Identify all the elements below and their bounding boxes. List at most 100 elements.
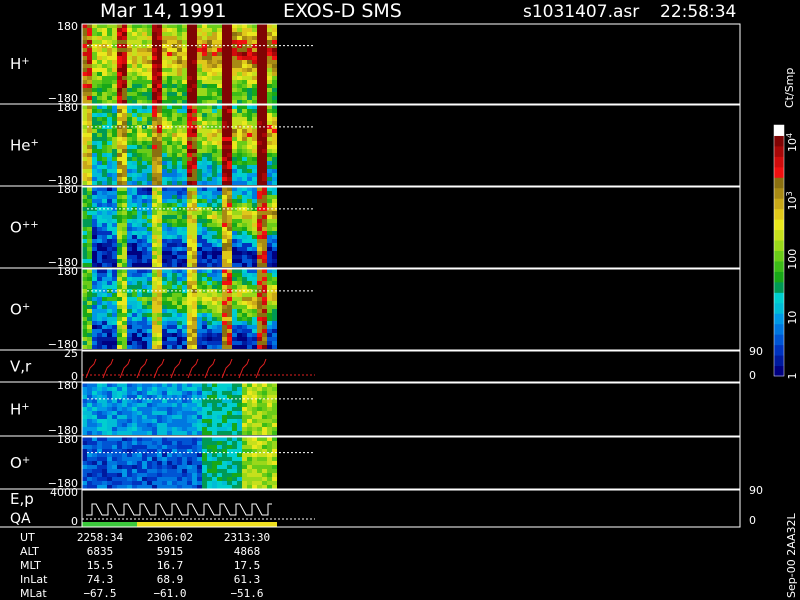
heatmap-cell: [262, 305, 267, 309]
heatmap-cell: [112, 345, 117, 349]
heatmap-cell: [87, 407, 92, 411]
heatmap-cell: [187, 333, 192, 337]
heatmap-cell: [97, 203, 102, 207]
heatmap-cell: [82, 341, 87, 345]
heatmap-cell: [112, 133, 117, 137]
heatmap-cell: [142, 337, 147, 341]
heatmap-cell: [222, 277, 227, 281]
heatmap-cell: [242, 149, 247, 153]
heatmap-cell: [92, 121, 97, 125]
heatmap-cell: [107, 329, 112, 333]
heatmap-cell: [192, 313, 197, 317]
heatmap-cell: [82, 48, 87, 52]
heatmap-cell: [202, 96, 207, 100]
heatmap-cell: [187, 227, 192, 231]
heatmap-cell: [162, 337, 167, 341]
heatmap-cell: [112, 427, 117, 431]
heatmap-cell: [257, 133, 262, 137]
heatmap-cell: [242, 56, 247, 60]
heatmap-cell: [87, 269, 92, 273]
heatmap-cell: [172, 191, 177, 195]
heatmap-cell: [197, 481, 202, 485]
heatmap-cell: [242, 105, 247, 109]
heatmap-cell: [192, 129, 197, 133]
heatmap-cell: [117, 52, 122, 56]
heatmap-cell: [257, 28, 262, 32]
heatmap-cell: [202, 297, 207, 301]
heatmap-cell: [197, 461, 202, 465]
heatmap-cell: [197, 273, 202, 277]
heatmap-cell: [107, 247, 112, 251]
heatmap-cell: [237, 92, 242, 96]
heatmap-cell: [262, 301, 267, 305]
heatmap-cell: [242, 239, 247, 243]
heatmap-cell: [192, 321, 197, 325]
heatmap-cell: [107, 481, 112, 485]
heatmap-cell: [107, 157, 112, 161]
heatmap-cell: [132, 52, 137, 56]
heatmap-cell: [97, 68, 102, 72]
heatmap-cell: [117, 427, 122, 431]
heatmap-cell: [182, 195, 187, 199]
heatmap-cell: [242, 453, 247, 457]
heatmap-cell: [172, 293, 177, 297]
heatmap-cell: [127, 341, 132, 345]
heatmap-cell: [152, 133, 157, 137]
heatmap-cell: [167, 181, 172, 185]
heatmap-cell: [257, 64, 262, 68]
orbit-table: UT ALT MLT InLat MLat 2258:34 6835 15.5 …: [20, 531, 270, 600]
heatmap-cell: [137, 285, 142, 289]
heatmap-cell: [162, 403, 167, 407]
heatmap-cell: [202, 109, 207, 113]
heatmap-cell: [132, 461, 137, 465]
heatmap-cell: [202, 453, 207, 457]
heatmap-cell: [157, 121, 162, 125]
heatmap-cell: [107, 461, 112, 465]
heatmap-cell: [152, 445, 157, 449]
heatmap-cell: [217, 173, 222, 177]
heatmap-cell: [107, 109, 112, 113]
heatmap-cell: [252, 36, 257, 40]
heatmap-cell: [102, 337, 107, 341]
heatmap-cell: [102, 341, 107, 345]
heatmap-cell: [262, 227, 267, 231]
heatmap-cell: [272, 305, 277, 309]
heatmap-cell: [82, 223, 87, 227]
heatmap-cell: [107, 165, 112, 169]
heatmap-cell: [187, 28, 192, 32]
heatmap-cell: [172, 141, 177, 145]
heatmap-cell: [227, 419, 232, 423]
heatmap-cell: [237, 317, 242, 321]
heatmap-cell: [222, 477, 227, 481]
heatmap-cell: [87, 137, 92, 141]
heatmap-cell: [267, 441, 272, 445]
heatmap-cell: [212, 383, 217, 387]
heatmap-cell: [187, 203, 192, 207]
heatmap-cell: [112, 28, 117, 32]
heatmap-cell: [162, 153, 167, 157]
heatmap-cell: [132, 145, 137, 149]
heatmap-cell: [107, 427, 112, 431]
heatmap-cell: [252, 203, 257, 207]
heatmap-cell: [92, 317, 97, 321]
heatmap-cell: [107, 411, 112, 415]
heatmap-cell: [82, 96, 87, 100]
heatmap-cell: [167, 431, 172, 435]
heatmap-cell: [237, 191, 242, 195]
heatmap-cell: [167, 263, 172, 267]
heatmap-cell: [217, 485, 222, 489]
heatmap-cell: [97, 153, 102, 157]
heatmap-cell: [222, 337, 227, 341]
heatmap-cell: [162, 215, 167, 219]
heatmap-cell: [227, 68, 232, 72]
heatmap-cell: [177, 32, 182, 36]
heatmap-cell: [232, 72, 237, 76]
heatmap-cell: [187, 113, 192, 117]
heatmap-cell: [267, 297, 272, 301]
heatmap-cell: [137, 297, 142, 301]
heatmap-cell: [177, 301, 182, 305]
heatmap-cell: [192, 121, 197, 125]
heatmap-cell: [127, 105, 132, 109]
heatmap-cell: [87, 477, 92, 481]
heatmap-cell: [252, 297, 257, 301]
